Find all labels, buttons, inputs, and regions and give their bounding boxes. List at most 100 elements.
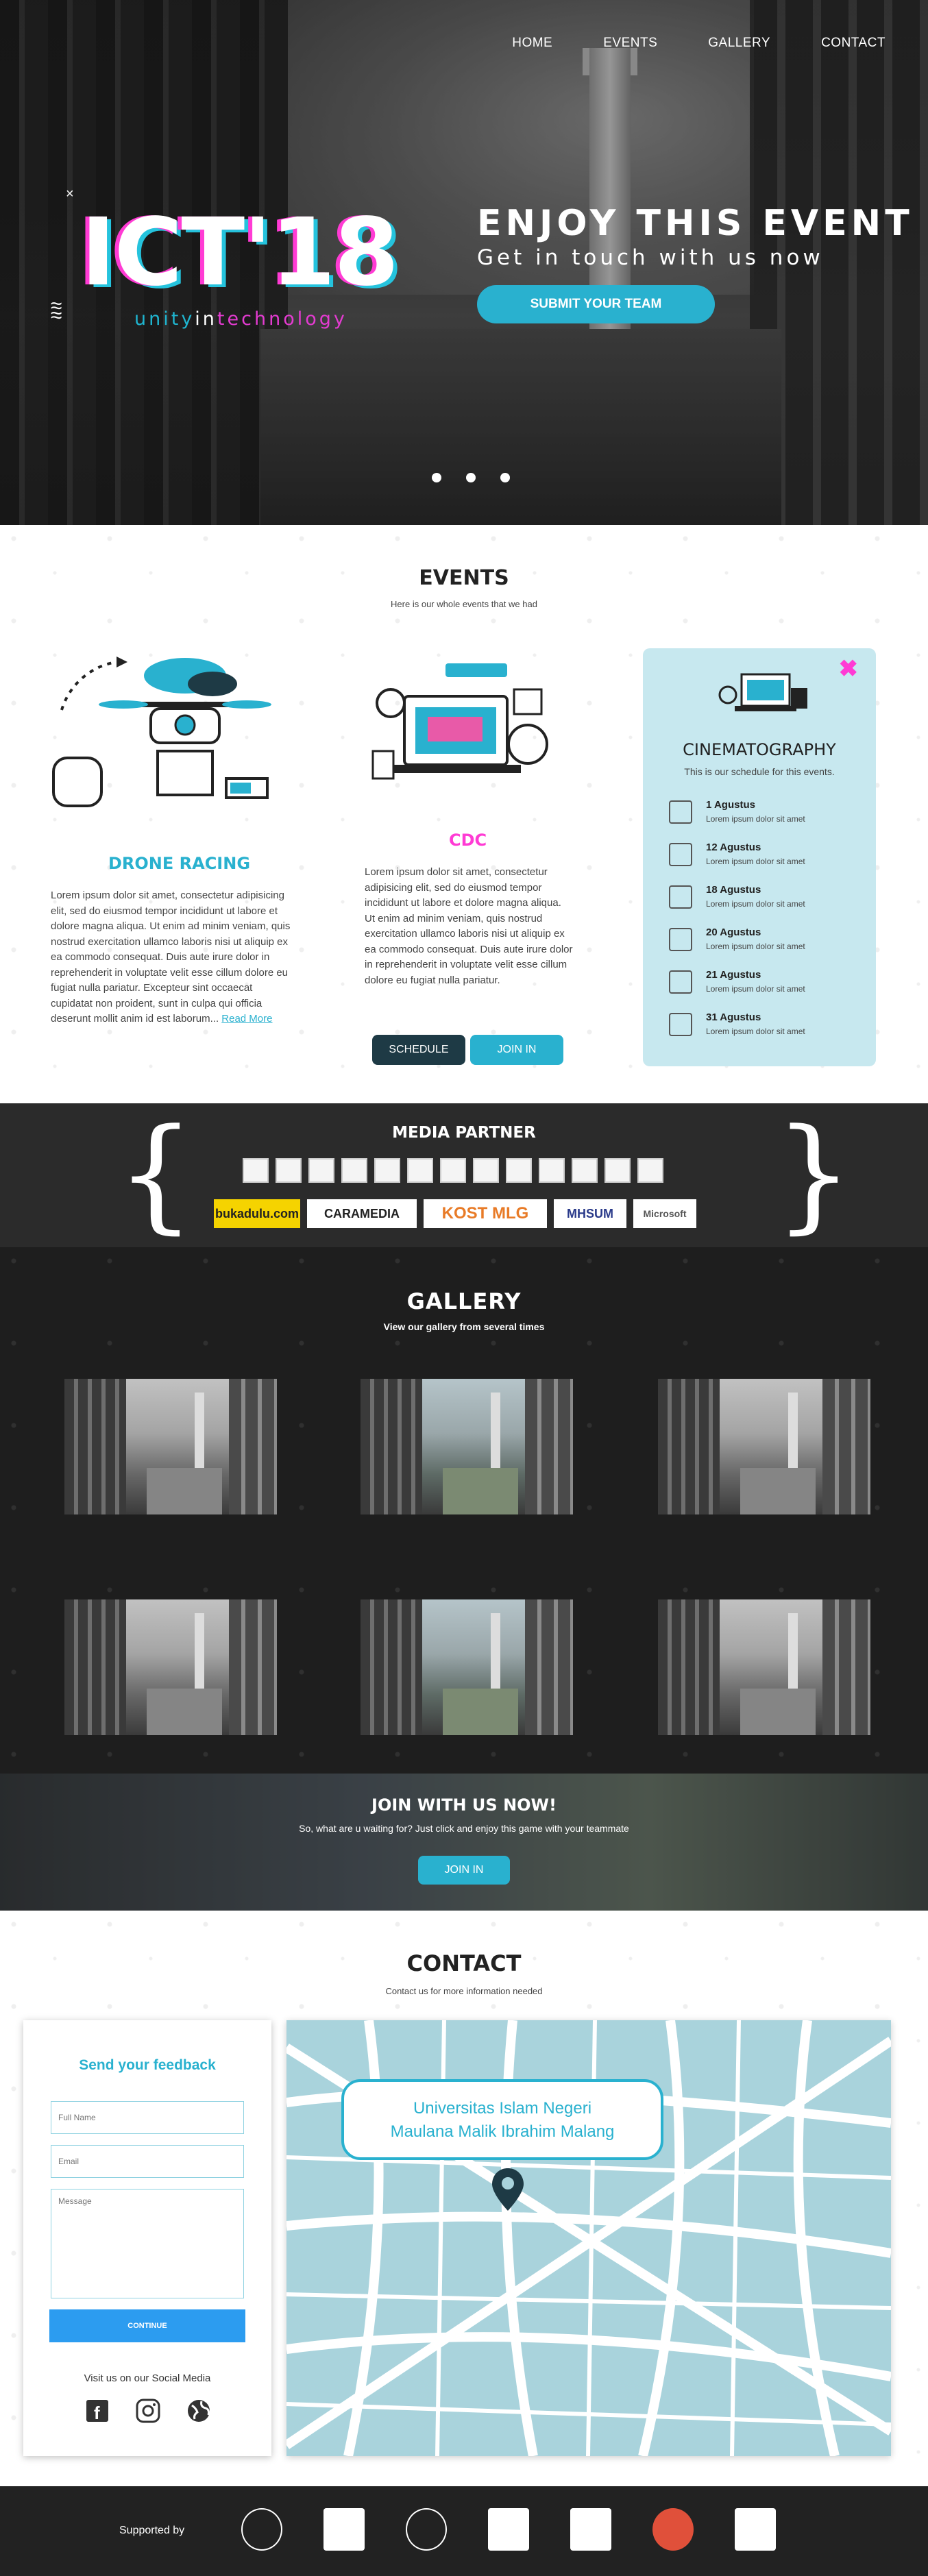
join-title: JOIN WITH US NOW! — [371, 1795, 557, 1815]
schedule-item: 18 Agustus Lorem ipsum dolor sit amet — [663, 880, 855, 916]
main-nav: HOME EVENTS GALLERY CONTACT — [512, 36, 886, 51]
gallery-image[interactable] — [658, 1379, 870, 1514]
cinematography-illustration — [718, 673, 807, 711]
logo-wave-icon: ≈ ≈ — [51, 295, 62, 327]
join-section: JOIN WITH US NOW! So, what are u waiting… — [0, 1774, 928, 1911]
contact-subtitle: Contact us for more information needed — [385, 1986, 543, 1996]
nav-events[interactable]: EVENTS — [603, 36, 657, 51]
cinematography-subtitle: This is our schedule for this events. — [684, 766, 835, 777]
partner-logo[interactable] — [276, 1158, 302, 1183]
join-text: So, what are u waiting for? Just click a… — [299, 1823, 629, 1834]
facebook-icon[interactable]: f — [86, 2400, 108, 2423]
sponsor-logo[interactable] — [323, 2508, 365, 2551]
schedule-item: 31 Agustus Lorem ipsum dolor sit amet — [663, 1007, 855, 1043]
sponsor-logo[interactable] — [241, 2508, 282, 2551]
gallery-image[interactable] — [64, 1379, 277, 1514]
logo-title: ICT'18 — [81, 199, 399, 307]
schedule-date: 31 Agustus — [706, 1011, 761, 1023]
continue-button[interactable]: CONTINUE — [49, 2309, 245, 2342]
sponsor-logo[interactable] — [735, 2508, 776, 2551]
media-partner-section: { } MEDIA PARTNER bukadulu.com CARAMEDIA… — [0, 1103, 928, 1247]
events-subtitle: Here is our whole events that we had — [391, 599, 537, 609]
sponsor-logo[interactable] — [406, 2508, 447, 2551]
media-partner-row-small — [243, 1158, 663, 1183]
globe-icon[interactable] — [188, 2400, 210, 2422]
join-in-button[interactable]: JOIN IN — [470, 1035, 563, 1065]
star-icon — [669, 1013, 692, 1036]
sponsor-logo[interactable] — [652, 2508, 694, 2551]
social-label: Visit us on our Social Media — [84, 2372, 211, 2384]
drone-illustration — [52, 657, 271, 807]
nav-gallery[interactable]: GALLERY — [708, 36, 770, 51]
gallery-image[interactable] — [361, 1379, 573, 1514]
partner-logo-mhsum[interactable]: MHSUM — [554, 1199, 626, 1228]
join-now-button[interactable]: JOIN IN — [418, 1856, 510, 1885]
map-pin-icon — [492, 2168, 524, 2211]
partner-logo[interactable] — [407, 1158, 433, 1183]
partner-logo[interactable] — [605, 1158, 631, 1183]
schedule-date: 20 Agustus — [706, 927, 761, 938]
tagline-in: in — [195, 308, 217, 330]
partner-logo-bukadulu[interactable]: bukadulu.com — [214, 1199, 300, 1228]
submit-team-button[interactable]: SUBMIT YOUR TEAM — [477, 285, 715, 323]
partner-logo[interactable] — [539, 1158, 565, 1183]
read-more-link[interactable]: Read More — [221, 1013, 272, 1025]
gallery-image[interactable] — [64, 1599, 277, 1735]
hero-subheadline: Get in touch with us now — [477, 245, 824, 270]
hero-section: HOME EVENTS GALLERY CONTACT × ICT'18 ≈ ≈ … — [0, 0, 928, 525]
social-icons: f — [86, 2399, 210, 2423]
full-name-input[interactable] — [51, 2101, 244, 2134]
schedule-item: 1 Agustus Lorem ipsum dolor sit amet — [663, 795, 855, 831]
hero-text: ENJOY THIS EVENT Get in touch with us no… — [477, 203, 914, 270]
layers-icon — [669, 843, 692, 866]
location-line-2: Maulana Malik Ibrahim Malang — [390, 2122, 615, 2141]
partner-logo-kostmlg[interactable]: KOST MLG — [424, 1199, 547, 1228]
carousel-dot-3[interactable] — [500, 473, 510, 482]
gallery-image[interactable] — [361, 1599, 573, 1735]
megaphone-icon — [669, 885, 692, 909]
nav-home[interactable]: HOME — [512, 36, 552, 51]
partner-logo[interactable] — [374, 1158, 400, 1183]
instagram-icon[interactable] — [136, 2399, 160, 2423]
partner-logo[interactable] — [572, 1158, 598, 1183]
partner-logo-microsoft[interactable]: Microsoft — [633, 1199, 696, 1228]
location-map[interactable]: Universitas Islam Negeri Maulana Malik I… — [286, 2020, 891, 2456]
email-input[interactable] — [51, 2145, 244, 2178]
partner-logo[interactable] — [637, 1158, 663, 1183]
schedule-item: 20 Agustus Lorem ipsum dolor sit amet — [663, 922, 855, 958]
event-logo: × ICT'18 ≈ ≈ unityintechnology — [51, 186, 439, 336]
sponsor-logo[interactable] — [488, 2508, 529, 2551]
tagline-technology: technology — [217, 308, 347, 330]
partner-logo[interactable] — [243, 1158, 269, 1183]
feedback-title: Send your feedback — [79, 2057, 216, 2073]
drone-racing-body: Lorem ipsum dolor sit amet, consectetur … — [51, 888, 291, 1027]
svg-text:f: f — [94, 2403, 100, 2423]
schedule-button[interactable]: SCHEDULE — [372, 1035, 465, 1065]
cinematography-title: CINEMATOGRAPHY — [683, 740, 836, 759]
partner-logo[interactable] — [440, 1158, 466, 1183]
schedule-text: Lorem ipsum dolor sit amet — [706, 984, 805, 994]
close-icon[interactable]: ✖ — [839, 655, 859, 683]
partner-logo-caramedia[interactable]: CARAMEDIA — [307, 1199, 417, 1228]
sponsor-logo[interactable] — [570, 2508, 611, 2551]
logo-tagline: unityintechnology — [134, 308, 347, 330]
partner-logo[interactable] — [473, 1158, 499, 1183]
schedule-text: Lorem ipsum dolor sit amet — [706, 814, 805, 824]
message-input[interactable] — [51, 2189, 244, 2298]
logo-x-mark: × — [66, 186, 74, 201]
events-section: EVENTS Here is our whole events that we … — [0, 525, 928, 1103]
partner-logo[interactable] — [308, 1158, 334, 1183]
partner-logo[interactable] — [341, 1158, 367, 1183]
schedule-text: Lorem ipsum dolor sit amet — [706, 899, 805, 909]
inbox-icon — [669, 970, 692, 994]
gallery-image[interactable] — [658, 1599, 870, 1735]
signboard-icon — [669, 928, 692, 951]
carousel-dot-2[interactable] — [466, 473, 476, 482]
media-partner-row-large: bukadulu.com CARAMEDIA KOST MLG MHSUM Mi… — [214, 1199, 696, 1228]
schedule-date: 12 Agustus — [706, 842, 761, 853]
nav-contact[interactable]: CONTACT — [821, 36, 886, 51]
join-overlay — [0, 1774, 928, 1911]
partner-logo[interactable] — [506, 1158, 532, 1183]
carousel-dot-1[interactable] — [432, 473, 441, 482]
cdc-body: Lorem ipsum dolor sit amet, consectetur … — [365, 866, 573, 986]
